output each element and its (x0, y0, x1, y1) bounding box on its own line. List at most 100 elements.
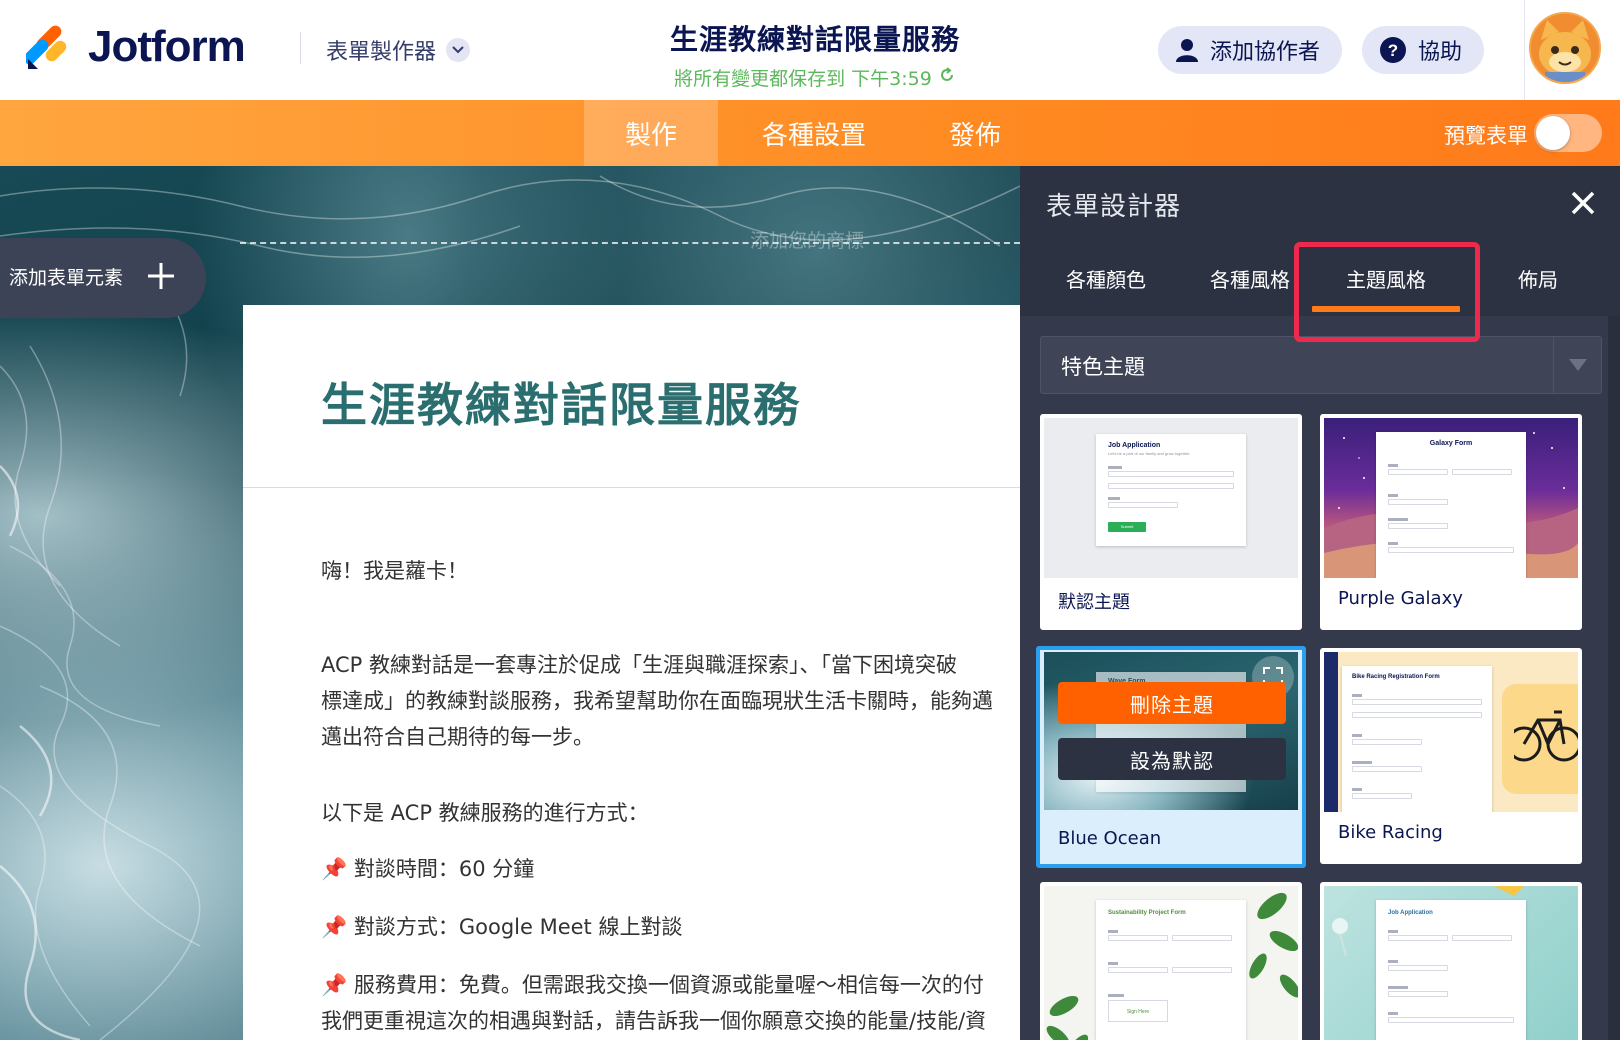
mini-form-title: Bike Racing Registration Form (1352, 674, 1440, 680)
preview-form-toggle[interactable] (1534, 114, 1602, 152)
svg-text:?: ? (1388, 41, 1398, 60)
theme-category-select[interactable]: 特色主題 (1040, 336, 1602, 394)
save-status: 將所有變更都保存到 下午3:59 (600, 64, 1030, 91)
builder-nav-bar: 製作 各種設置 發佈 預覽表單 (0, 100, 1620, 166)
designer-tab-colors-label: 各種顏色 (1066, 267, 1146, 292)
bullet-method: 📌 對談方式：Google Meet 線上對談 (321, 909, 1020, 945)
designer-title: 表單設計器 (1046, 192, 1182, 222)
theme-thumbnail: Sustainability Project Form Sign Here (1044, 886, 1298, 1040)
chevron-down-icon (446, 38, 471, 62)
jotform-logo[interactable]: Jotform (23, 22, 246, 72)
delete-theme-label: 刪除主題 (1130, 692, 1214, 717)
mini-form-subtitle: Let's be a part of our family and grow t… (1108, 451, 1191, 456)
pushpin-icon: 📌 (321, 973, 348, 997)
jotform-wordmark: Jotform (88, 22, 246, 71)
intro-line-3: 邁出符合自己期待的每一步。 (321, 725, 594, 749)
caret-down-icon (1553, 337, 1601, 393)
mini-signature-box: Sign Here (1108, 1000, 1168, 1022)
mini-form-preview: Galaxy Form (1376, 432, 1526, 578)
form-canvas: 添加您的商標 添加表單元素 生涯教練對話限量服務 嗨！我是蘿卡！ ACP 教練對… (0, 166, 1020, 1040)
theme-thumbnail: Job Application Let's be a part of our f… (1044, 418, 1298, 578)
add-form-element-button[interactable]: 添加表單元素 (0, 238, 206, 318)
form-title-block: 生涯教練對話限量服務 將所有變更都保存到 下午3:59 (600, 18, 1030, 91)
set-default-button[interactable]: 設為默認 (1058, 738, 1286, 780)
designer-tab-styles-label: 各種風格 (1210, 267, 1290, 292)
theme-thumbnail: Bike Racing Registration Form (1324, 652, 1578, 812)
theme-card-blue-ocean[interactable]: Wave Form 刪除主題 設為默認 Blue Ocean (1036, 646, 1306, 868)
mini-form-title: Galaxy Form (1429, 440, 1473, 447)
designer-tab-layout-label: 佈局 (1518, 267, 1558, 292)
user-icon (1176, 38, 1198, 62)
mini-form-title: Job Application (1388, 910, 1433, 916)
heading-divider (243, 487, 1020, 488)
form-heading[interactable]: 生涯教練對話限量服務 (321, 369, 801, 435)
designer-scrollbar[interactable] (1608, 316, 1620, 1040)
theme-name: Purple Galaxy (1338, 588, 1463, 609)
add-form-element-label: 添加表單元素 (8, 267, 123, 289)
mini-form-preview: Bike Racing Registration Form (1342, 666, 1492, 812)
form-builder-menu[interactable]: 表單製作器 (326, 34, 471, 66)
pushpin-icon: 📌 (321, 915, 348, 939)
mini-form-preview: Sustainability Project Form Sign Here (1096, 900, 1246, 1040)
mini-form-title: Job Application (1108, 442, 1161, 449)
mini-form-title: Sustainability Project Form (1108, 910, 1186, 916)
tab-publish-label: 發佈 (948, 120, 1001, 151)
form-designer-panel: 表單設計器 各種顏色 各種風格 主題風格 佈局 特色主題 Job Applica… (1020, 166, 1620, 1040)
theme-card-bike-racing[interactable]: Bike Racing Registration Form Bike Racin… (1320, 648, 1582, 864)
tab-build[interactable]: 製作 (584, 100, 718, 166)
header-form-title[interactable]: 生涯教練對話限量服務 (600, 18, 1030, 58)
tab-settings-label: 各種設置 (761, 120, 866, 151)
set-default-label: 設為默認 (1130, 748, 1214, 773)
logo-placeholder-line[interactable] (240, 242, 1020, 244)
header-separator (300, 32, 301, 64)
mini-form-preview: Job Application Let's be a part of our f… (1096, 434, 1246, 546)
form-paragraph[interactable]: 嗨！我是蘿卡！ ACP 教練對話是一套專注於促成「生涯與職涯探索」、「當下困境突… (321, 553, 1020, 1039)
intro-line-1: ACP 教練對話是一套專注於促成「生涯與職涯探索」、「當下困境突破 (321, 653, 957, 677)
help-button[interactable]: ? 協助 (1362, 26, 1485, 74)
theme-category-value: 特色主題 (1061, 355, 1145, 379)
bullet-method-text: 對談方式：Google Meet 線上對談 (353, 915, 683, 939)
theme-thumbnail: Galaxy Form (1324, 418, 1578, 578)
theme-name: 默認主題 (1058, 592, 1130, 613)
bicycle-icon (1514, 710, 1578, 762)
form-card: 生涯教練對話限量服務 嗨！我是蘿卡！ ACP 教練對話是一套專注於促成「生涯與職… (243, 305, 1020, 1040)
preview-form-label: 預覽表單 (1444, 124, 1528, 148)
question-icon: ? (1380, 37, 1406, 63)
mini-submit-button: Submit (1108, 522, 1146, 532)
account-area (1524, 0, 1620, 100)
pushpin-icon: 📌 (321, 857, 348, 881)
themes-panel-body: 特色主題 Job Application Let's be a part of … (1020, 316, 1620, 1040)
mini-form-preview: Job Application (1376, 900, 1526, 1040)
add-collaborator-button[interactable]: 添加協作者 (1158, 26, 1343, 74)
jotform-logo-icon (23, 25, 68, 69)
form-builder-label: 表單製作器 (326, 40, 437, 65)
designer-tab-layout[interactable]: 佈局 (1488, 240, 1588, 316)
logo-placeholder-text[interactable]: 添加您的商標 (750, 226, 864, 253)
intro-line-2: 標達成」的教練對談服務，我希望幫助你在面臨現狀生活卡關時，能夠邁 (321, 689, 993, 713)
designer-tab-colors[interactable]: 各種顏色 (1040, 240, 1172, 316)
avatar[interactable] (1529, 12, 1601, 84)
toggle-knob (1536, 116, 1570, 150)
bike-stripe (1324, 652, 1338, 812)
theme-card-default[interactable]: Job Application Let's be a part of our f… (1040, 414, 1302, 630)
refresh-icon[interactable] (938, 66, 956, 89)
tab-publish[interactable]: 發佈 (920, 100, 1030, 166)
theme-name: Bike Racing (1338, 822, 1443, 843)
add-collaborator-label: 添加協作者 (1210, 40, 1321, 65)
theme-card-purple-galaxy[interactable]: Galaxy Form Purple Galaxy (1320, 414, 1582, 630)
theme-name: Blue Ocean (1058, 828, 1162, 849)
close-icon[interactable] (1568, 188, 1598, 218)
themes-tab-highlight (1294, 242, 1480, 342)
process-heading: 以下是 ACP 教練服務的進行方式： (321, 801, 649, 825)
save-status-text: 將所有變更都保存到 下午3:59 (674, 68, 932, 90)
theme-thumbnail: Job Application (1324, 886, 1578, 1040)
greeting-text: 嗨！我是蘿卡！ (321, 559, 468, 583)
delete-theme-button[interactable]: 刪除主題 (1058, 682, 1286, 724)
bullet-fee: 📌 服務費用：免費。但需跟我交換一個資源或能量喔～相信每一次的付 (321, 967, 1020, 1003)
tab-settings[interactable]: 各種設置 (740, 100, 888, 166)
tab-build-label: 製作 (624, 120, 677, 151)
theme-thumbnail: Wave Form 刪除主題 設為默認 (1044, 652, 1298, 810)
theme-card-job-application-teal[interactable]: Job Application (1320, 882, 1582, 1040)
top-header: Jotform 表單製作器 生涯教練對話限量服務 將所有變更都保存到 下午3:5… (0, 0, 1620, 100)
theme-card-sustainability[interactable]: Sustainability Project Form Sign Here (1040, 882, 1302, 1040)
